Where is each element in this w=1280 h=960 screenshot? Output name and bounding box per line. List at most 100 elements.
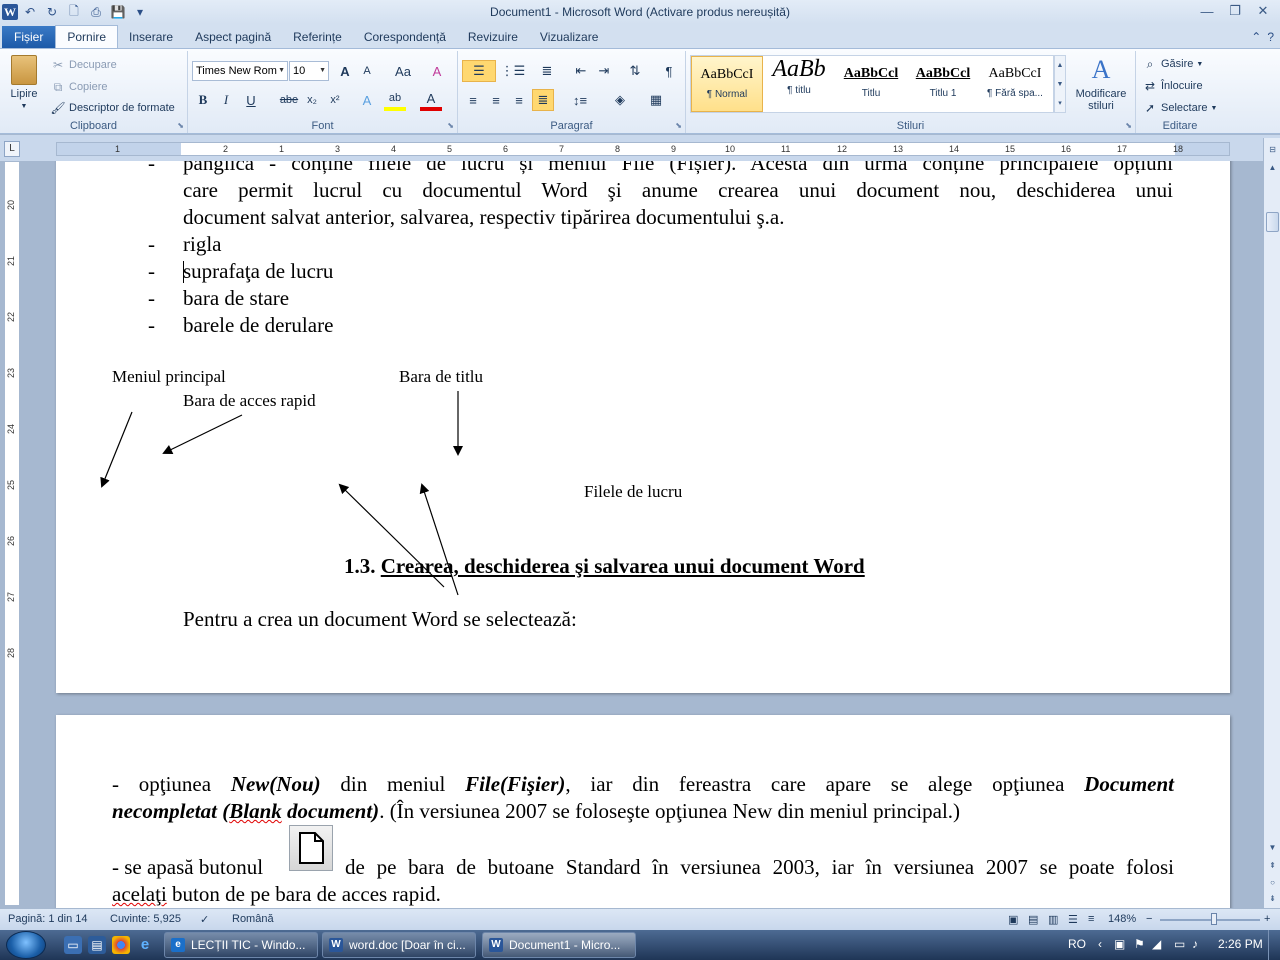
highlight-button[interactable]: ab: [384, 89, 406, 111]
paste-button[interactable]: Lipire ▼: [6, 55, 42, 117]
start-button[interactable]: [6, 931, 46, 959]
bold-button[interactable]: B: [192, 89, 214, 111]
style-no-spacing[interactable]: AaBbCcI ¶ Fără spa...: [979, 56, 1051, 112]
zoom-level[interactable]: 148%: [1108, 913, 1136, 925]
tab-home[interactable]: Pornire: [55, 25, 119, 48]
font-size-combo[interactable]: 10 ▼: [289, 61, 329, 81]
copy-button[interactable]: ⧉ Copiere: [50, 79, 108, 95]
format-painter-button[interactable]: 🖌 Descriptor de formate: [50, 100, 174, 116]
task-document1[interactable]: W Document1 - Micro...: [482, 932, 636, 958]
superscript-button[interactable]: x²: [324, 89, 346, 111]
view-outline-icon[interactable]: ☰: [1068, 913, 1078, 926]
decrease-indent-button[interactable]: ⇤: [570, 60, 592, 82]
replace-button[interactable]: ⇄ Înlocuire: [1142, 78, 1203, 94]
zoom-out-button[interactable]: −: [1146, 913, 1152, 925]
show-formatting-button[interactable]: ¶: [658, 60, 680, 82]
minimize-button[interactable]: —: [1194, 2, 1220, 20]
zoom-slider-track[interactable]: [1160, 919, 1260, 921]
borders-button[interactable]: ▦: [642, 89, 670, 111]
scrollbar-thumb[interactable]: [1266, 212, 1279, 232]
tab-selector-button[interactable]: L: [4, 141, 20, 157]
view-full-screen-icon[interactable]: ▤: [1028, 913, 1038, 926]
style-normal[interactable]: AaBbCcI ¶ Normal: [691, 56, 763, 112]
tray-app-icon[interactable]: ▣: [1114, 937, 1125, 951]
task-word-doc[interactable]: W word.doc [Doar în ci...: [322, 932, 476, 958]
view-print-layout-icon[interactable]: ▣: [1008, 913, 1018, 926]
vertical-ruler[interactable]: 20 21 22 23 24 25 26 27 28: [4, 161, 20, 906]
increase-indent-button[interactable]: ⇥: [593, 60, 615, 82]
document-page-2[interactable]: - opţiunea New(Nou) din meniul File(Fişi…: [56, 715, 1230, 908]
text-effects-button[interactable]: A: [356, 89, 378, 111]
clear-formatting-button[interactable]: A: [426, 60, 448, 82]
underline-button[interactable]: U: [240, 89, 262, 111]
font-color-button[interactable]: A: [420, 89, 442, 111]
show-desktop-button[interactable]: [1268, 930, 1280, 960]
justify-button[interactable]: ≣: [532, 89, 554, 111]
font-name-combo[interactable]: Times New Rom ▼: [192, 61, 288, 81]
style-titlu-1[interactable]: AaBbCcl Titlu 1: [907, 56, 979, 112]
tab-review[interactable]: Revizuire: [457, 26, 529, 48]
italic-button[interactable]: I: [215, 89, 237, 111]
align-left-button[interactable]: ≡: [462, 89, 484, 111]
tab-page-layout[interactable]: Aspect pagină: [184, 26, 282, 48]
input-language[interactable]: RO: [1068, 937, 1086, 951]
explorer-icon[interactable]: ▤: [88, 936, 106, 954]
zoom-in-button[interactable]: +: [1264, 913, 1270, 925]
dialog-launcher-icon[interactable]: ⬊: [675, 121, 682, 130]
word-app-icon[interactable]: W: [2, 4, 18, 20]
select-button[interactable]: ➚ Selectare ▼: [1142, 100, 1217, 116]
tray-volume-icon[interactable]: ♪: [1192, 937, 1198, 951]
new-document-icon[interactable]: 🗋: [64, 2, 84, 22]
align-right-button[interactable]: ≡: [508, 89, 530, 111]
customize-qat-icon[interactable]: ▾: [130, 2, 150, 22]
view-draft-icon[interactable]: ≡: [1088, 913, 1094, 925]
style-titlu-lower[interactable]: AaBb ¶ titlu: [763, 56, 835, 112]
word-count[interactable]: Cuvinte: 5,925: [110, 913, 181, 925]
horizontal-ruler[interactable]: 1 1 2 3 4 5 6 7 8 9 10 11 12 13 14 15 16…: [0, 135, 1280, 161]
multilevel-list-button[interactable]: ≣: [532, 60, 562, 82]
tab-file[interactable]: Fișier: [2, 26, 56, 48]
numbering-button[interactable]: ⋮☰: [498, 60, 528, 82]
scroll-up-icon[interactable]: ▲: [1265, 160, 1280, 175]
styles-scroll[interactable]: ▲ ▼ ▾: [1054, 55, 1066, 113]
save-icon[interactable]: 💾: [108, 2, 128, 22]
browse-object-icon[interactable]: ○: [1265, 875, 1280, 890]
tray-expand-icon[interactable]: ‹: [1098, 937, 1102, 951]
align-center-button[interactable]: ≡: [485, 89, 507, 111]
find-button[interactable]: ⌕ Găsire ▼: [1142, 56, 1204, 72]
subscript-button[interactable]: x₂: [301, 89, 323, 111]
previous-page-icon[interactable]: ⇞: [1265, 858, 1280, 873]
help-icon[interactable]: ?: [1267, 30, 1274, 44]
tray-monitor-icon[interactable]: ▭: [1174, 937, 1185, 951]
minimize-ribbon-icon[interactable]: ⌃: [1251, 30, 1261, 44]
restore-button[interactable]: ❐: [1222, 2, 1248, 20]
shading-button[interactable]: ◈: [606, 89, 634, 111]
undo-icon[interactable]: ↶: [20, 2, 40, 22]
redo-icon[interactable]: ↻: [42, 2, 62, 22]
tab-mailings[interactable]: Corespondență: [353, 26, 457, 48]
language[interactable]: Română: [232, 913, 274, 925]
grow-font-button[interactable]: A: [334, 60, 356, 82]
ie-icon[interactable]: e: [136, 936, 154, 954]
close-button[interactable]: ✕: [1250, 2, 1276, 20]
dialog-launcher-icon[interactable]: ⬊: [177, 121, 184, 130]
scroll-down-icon[interactable]: ▼: [1265, 840, 1280, 855]
change-case-button[interactable]: Aa: [390, 60, 416, 82]
task-lectii-tic[interactable]: e LECȚII TIC - Windo...: [164, 932, 318, 958]
tab-view[interactable]: Vizualizare: [529, 26, 609, 48]
ruler-toggle-icon[interactable]: ⊟: [1265, 142, 1280, 157]
strikethrough-button[interactable]: abe: [276, 89, 302, 111]
line-spacing-button[interactable]: ↕≡: [566, 89, 594, 111]
shrink-font-button[interactable]: A: [356, 60, 378, 82]
vertical-scrollbar[interactable]: ⊟ ▲ ▼ ⇞ ○ ⇟: [1263, 138, 1280, 908]
change-styles-button[interactable]: A Modificare stiluri: [1070, 55, 1132, 112]
bullets-button[interactable]: ☰: [462, 60, 496, 82]
tab-references[interactable]: Referințe: [282, 26, 353, 48]
page-count[interactable]: Pagină: 1 din 14: [8, 913, 88, 925]
chrome-icon[interactable]: [112, 936, 130, 954]
clock[interactable]: 2:26 PM: [1218, 937, 1263, 951]
dialog-launcher-icon[interactable]: ⬊: [1125, 121, 1132, 130]
tray-network-icon[interactable]: ◢: [1152, 937, 1161, 951]
zoom-slider-thumb[interactable]: [1211, 913, 1217, 925]
cut-button[interactable]: ✂ Decupare: [50, 57, 117, 73]
